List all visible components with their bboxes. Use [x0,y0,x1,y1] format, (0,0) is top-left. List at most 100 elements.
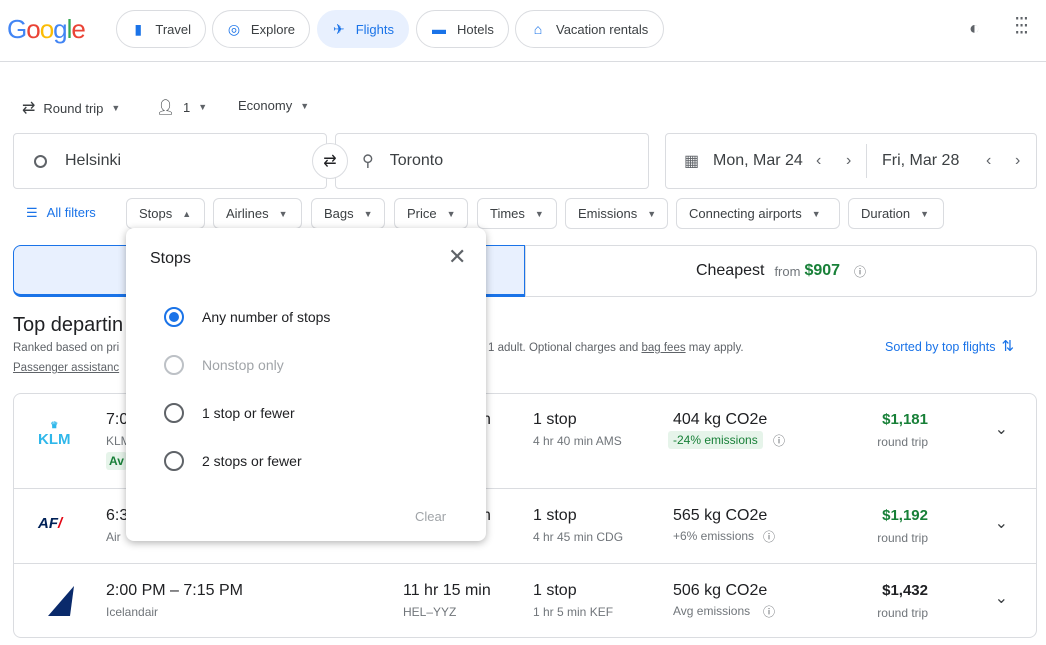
date-field[interactable]: ▦ Mon, Mar 24 ‹ › Fri, Mar 28 ‹ › [665,133,1037,189]
airline-logo-air-france: AF/ [38,515,63,532]
flight-times: 2:00 PM – 7:15 PM [106,582,243,599]
layover: 4 hr 40 min AMS [533,434,622,448]
airline-logo-klm: ♛ KLM [38,420,71,448]
dark-mode-icon[interactable]: ◐ [969,18,980,39]
nav-travel[interactable]: ▮ Travel [116,10,206,48]
price-note: round trip [877,435,928,449]
passenger-assistance-link[interactable]: Passenger assistanc [13,362,119,374]
caret-down-icon: ▼ [647,208,657,219]
tab-cheapest[interactable]: Cheapest from $907 ⓘ [525,245,1037,297]
flight-row[interactable]: 2:00 PM – 7:15 PM Icelandair 11 hr 15 mi… [14,563,1036,638]
info-icon[interactable]: ⓘ [763,528,775,545]
swap-arrows-icon: ⇄ [22,100,36,117]
prev-date-icon[interactable]: ‹ [986,152,991,170]
emissions-text: Avg emissions [673,604,751,618]
info-icon[interactable]: ⓘ [854,263,866,280]
results-subtitle-tail: r 1 adult. Optional charges and bag fees… [481,342,744,354]
price-note: round trip [877,531,928,545]
popup-title: Stops [150,250,191,267]
expand-chevron-icon[interactable]: ⌄ [995,588,1008,608]
calendar-icon: ▦ [684,153,700,170]
info-icon[interactable]: ⓘ [763,603,775,620]
price: $1,192 [882,507,928,524]
plane-icon: ✈ [332,20,345,37]
apps-grid-icon[interactable]: ⋅⋅⋅ ⋅⋅⋅ ⋅⋅⋅ [1014,9,1034,43]
co2: 506 kg CO2e [673,582,768,599]
person-icon: 👤︎ [156,99,176,116]
expand-chevron-icon[interactable]: ⌄ [995,513,1008,533]
origin-circle-icon [34,154,47,168]
duration: 11 hr 15 min [403,582,491,599]
flight-times: 7:0 [106,411,129,428]
stops: 1 stop [533,507,577,524]
price-note: round trip [877,606,928,620]
stops-popup: Stops ✕ Any number of stops Nonstop only… [126,228,486,541]
nav-flights[interactable]: ✈ Flights [317,10,409,48]
caret-down-icon: ▼ [278,208,288,219]
prev-date-icon[interactable]: ‹ [816,152,821,170]
badge: Av [106,452,127,470]
return-date[interactable]: Fri, Mar 28 [882,152,959,170]
airline-name: Icelandair [106,605,159,619]
close-icon[interactable]: ✕ [448,244,466,270]
route: HEL–YYZ [403,605,457,619]
layover: 4 hr 45 min CDG [533,530,624,544]
co2: 565 kg CO2e [673,507,768,524]
filter-connecting-airports[interactable]: Connecting airports ▼ [676,198,840,229]
layover: 1 hr 5 min KEF [533,605,614,619]
expand-chevron-icon[interactable]: ⌄ [995,419,1008,439]
price: $1,181 [882,411,928,428]
results-title: Top departin [13,314,124,336]
tune-icon: ☰ [26,205,38,220]
filter-stops[interactable]: Stops ▲ [126,198,205,229]
emissions-badge: -24% emissions [668,431,763,449]
caret-down-icon: ▼ [534,208,544,219]
cabin-select[interactable]: Economy ▼ [238,98,309,113]
house-icon: ⌂ [533,21,543,37]
caret-down-icon: ▼ [198,102,208,112]
bag-fees-link[interactable]: bag fees [641,342,685,354]
filter-emissions[interactable]: Emissions ▼ [565,198,668,229]
filter-airlines[interactable]: Airlines ▼ [213,198,302,229]
nav-hotels[interactable]: ▬ Hotels [416,10,509,48]
info-icon[interactable]: ⓘ [773,432,785,449]
next-date-icon[interactable]: › [1015,152,1020,170]
caret-down-icon: ▼ [111,103,121,113]
swap-button[interactable]: ⇄ [312,143,348,179]
header: Google ▮ Travel ◎ Explore ✈ Flights ▬ Hotels… [0,0,1046,62]
trip-type-select[interactable]: ⇄ Round trip ▼ [22,98,120,118]
airline-name: Air [106,530,121,544]
sort-button[interactable]: Sorted by top flights ⇅ [885,338,1015,355]
all-filters-button[interactable]: ☰ All filters [26,205,96,221]
nav-vacation-rentals[interactable]: ⌂ Vacation rentals [515,10,664,48]
luggage-icon: ▮ [134,20,143,37]
next-date-icon[interactable]: › [846,152,851,170]
filter-price[interactable]: Price ▼ [394,198,468,229]
caret-down-icon: ▼ [300,100,310,111]
nav-explore[interactable]: ◎ Explore [212,10,310,48]
co2: 404 kg CO2e [673,411,768,428]
radio-selected[interactable] [164,307,184,327]
clear-button[interactable]: Clear [415,509,446,524]
price: $1,432 [882,582,928,599]
filter-bags[interactable]: Bags ▼ [311,198,385,229]
filter-times[interactable]: Times ▼ [477,198,557,229]
google-logo[interactable]: Google [7,14,86,45]
flight-times: 6:3 [106,507,129,524]
filter-duration[interactable]: Duration ▼ [848,198,944,229]
sort-arrows-icon: ⇅ [1001,338,1015,355]
origin-field[interactable]: Helsinki [13,133,327,189]
stops: 1 stop [533,582,577,599]
caret-down-icon: ▼ [446,208,456,219]
passengers-select[interactable]: 👤︎ 1 ▼ [156,98,207,116]
depart-date[interactable]: Mon, Mar 24 [713,152,803,170]
airline-logo-icelandair [40,586,74,616]
caret-up-icon: ▲ [182,208,192,219]
explore-icon: ◎ [227,20,241,37]
divider [866,144,867,178]
caret-down-icon: ▼ [811,208,821,219]
emissions-text: +6% emissions [673,529,755,543]
bed-icon: ▬ [432,21,446,37]
destination-field[interactable]: ⚲ Toronto [335,133,649,189]
caret-down-icon: ▼ [363,208,373,219]
